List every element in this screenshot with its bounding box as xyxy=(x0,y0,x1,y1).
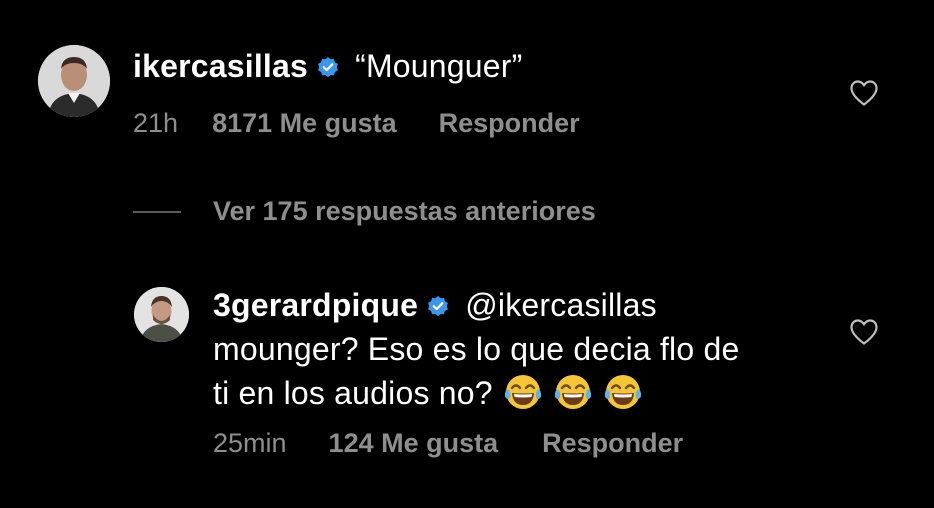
username-link[interactable]: ikercasillas xyxy=(133,48,308,84)
comment-meta: 21h 8171 Me gusta Responder xyxy=(133,108,580,139)
comment-meta: 25min 124 Me gusta Responder xyxy=(213,428,683,459)
heart-icon[interactable] xyxy=(849,318,879,346)
comment-line-1: 3gerardpique @ikercasillas xyxy=(213,283,813,327)
profile-photo-icon xyxy=(38,45,110,117)
divider-line xyxy=(133,210,181,213)
comment-body: 3gerardpique @ikercasillas mounger? Eso … xyxy=(213,283,813,415)
view-replies-label: Ver 175 respuestas anteriores xyxy=(213,196,596,226)
avatar-3gerardpique[interactable] xyxy=(134,287,189,342)
face-with-tears-of-joy-icon xyxy=(553,372,593,412)
face-with-tears-of-joy-icon xyxy=(603,372,643,412)
likes-count[interactable]: 124 Me gusta xyxy=(329,428,499,459)
reply-button[interactable]: Responder xyxy=(542,428,683,459)
reply-button[interactable]: Responder xyxy=(439,108,580,139)
profile-photo-icon xyxy=(134,287,189,342)
view-previous-replies[interactable]: Ver 175 respuestas anteriores xyxy=(133,196,596,227)
likes-count[interactable]: 8171 Me gusta xyxy=(212,108,397,139)
face-with-tears-of-joy-icon xyxy=(503,372,543,412)
comment-line-2: mounger? Eso es lo que decia flo de xyxy=(213,331,740,367)
comment-text: “Mounguer” xyxy=(355,48,523,84)
timestamp: 21h xyxy=(133,108,179,138)
comment-body: ikercasillas “Mounguer” xyxy=(133,44,523,88)
mention-link[interactable]: @ikercasillas xyxy=(465,287,657,323)
verified-badge-icon xyxy=(316,56,340,80)
verified-badge-icon xyxy=(426,295,450,319)
timestamp: 25min xyxy=(213,428,287,458)
comment-line-3: ti en los audios no? xyxy=(213,371,813,415)
avatar-ikercasillas[interactable] xyxy=(38,45,110,117)
heart-icon[interactable] xyxy=(849,79,879,107)
username-link[interactable]: 3gerardpique xyxy=(213,287,418,323)
comment-line-3-text: ti en los audios no? xyxy=(213,375,493,411)
